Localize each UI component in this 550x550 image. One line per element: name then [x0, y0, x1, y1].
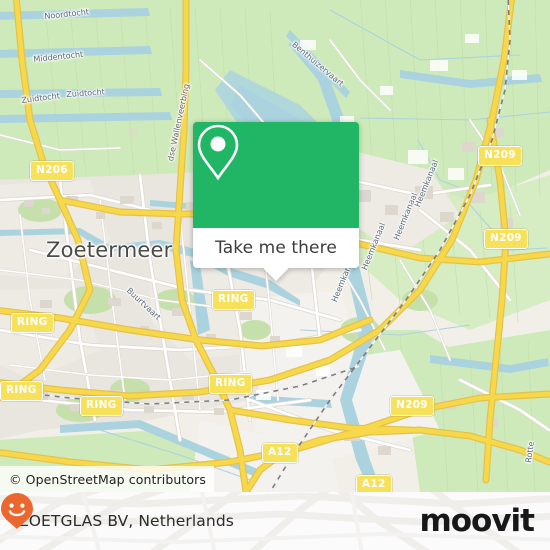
osm-attribution[interactable]: © OpenStreetMap contributors: [0, 466, 214, 492]
moovit-wordmark: moovit: [419, 502, 535, 539]
place-callout-card[interactable]: Take me there: [193, 122, 359, 281]
moovit-logo[interactable]: moovit: [1, 493, 535, 539]
take-me-there-button[interactable]: Take me there: [193, 228, 359, 268]
place-title: ZOETGLAS BV, Netherlands: [18, 512, 234, 530]
take-me-there-label: Take me there: [215, 238, 337, 258]
footer-bar: ZOETGLAS BV, Netherlands moovit: [0, 492, 550, 550]
callout-pointer: [263, 268, 289, 281]
moovit-place-card: .green{fill:#cfeaba;} .green2{fill:#d6ec…: [0, 0, 550, 550]
osm-attribution-text: © OpenStreetMap contributors: [9, 471, 207, 487]
moovit-smiley-pin-icon: [1, 493, 33, 529]
map-pin-icon: [197, 124, 239, 181]
map-canvas[interactable]: .green{fill:#cfeaba;} .green2{fill:#d6ec…: [0, 0, 550, 492]
callout-pin-area: [193, 122, 359, 228]
